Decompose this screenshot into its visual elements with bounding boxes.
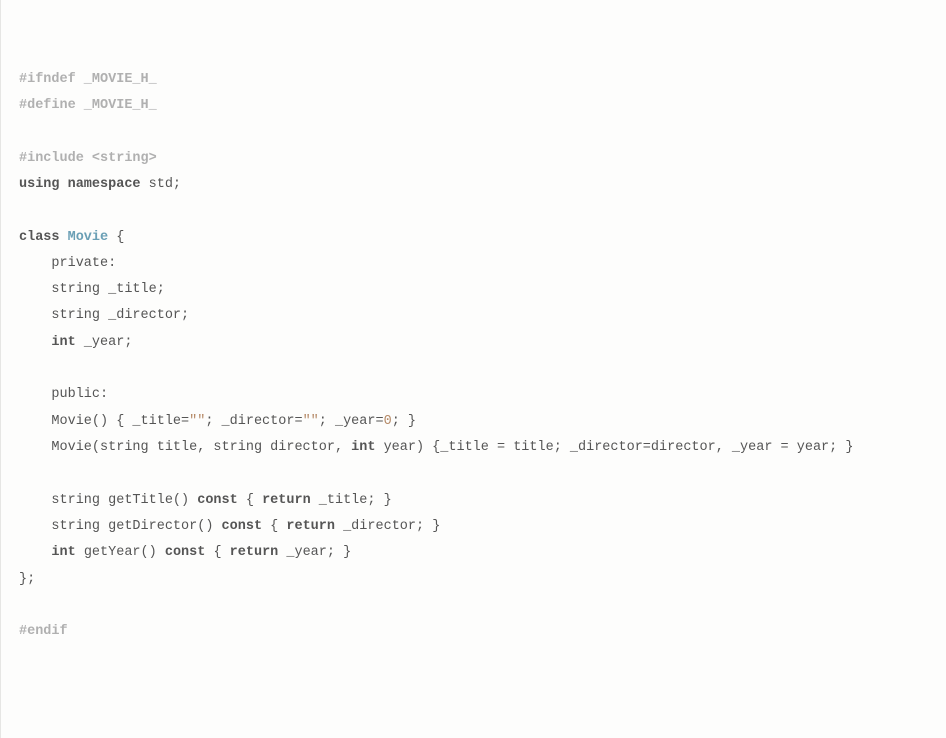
code-token: ; _year= [319,414,384,429]
code-line: Movie(string title, string director, int… [19,435,928,461]
code-line: Movie() { _title=""; _director=""; _year… [19,409,928,435]
code-token: { [108,230,124,245]
code-line: class Movie { [19,225,928,251]
code-line: #define _MOVIE_H_ [19,93,928,119]
code-line: #ifndef _MOVIE_H_ [19,67,928,93]
code-token: std; [141,177,182,192]
code-line: string _title; [19,277,928,303]
code-token: return [230,545,279,560]
code-token: getYear() [76,545,165,560]
code-token: using namespace [19,177,141,192]
code-token: _year; } [278,545,351,560]
code-line: string getDirector() const { return _dir… [19,514,928,540]
code-token: Movie(string title, string director, [19,440,351,455]
code-token: string getTitle() [19,493,197,508]
code-token [19,598,27,613]
code-token: const [165,545,206,560]
code-token: { [205,545,229,560]
code-token: class [19,230,68,245]
code-line: #include <string> [19,146,928,172]
code-line: int _year; [19,330,928,356]
code-line [19,461,928,487]
code-token [19,203,27,218]
code-line [19,198,928,224]
code-token: _year; [76,335,133,350]
code-token: string getDirector() [19,519,222,534]
code-token: Movie() { _title= [19,414,189,429]
code-token: private: [19,256,116,271]
code-token: Movie [68,230,109,245]
code-token: year) {_title = title; _director=directo… [375,440,853,455]
code-token: _director; } [335,519,440,534]
code-token: #ifndef _MOVIE_H_ [19,72,157,87]
code-token: const [222,519,263,534]
code-line [19,356,928,382]
code-line: string getTitle() const { return _title;… [19,488,928,514]
code-token: int [51,545,75,560]
code-token: const [197,493,238,508]
code-line: int getYear() const { return _year; } [19,540,928,566]
code-line [19,119,928,145]
code-token: "" [189,414,205,429]
code-token [19,545,51,560]
code-line: #endif [19,619,928,645]
code-line [19,593,928,619]
code-token: public: [19,387,108,402]
code-line: string _director; [19,303,928,329]
code-token: ; } [392,414,416,429]
code-token [19,124,27,139]
code-token: int [351,440,375,455]
code-line: public: [19,382,928,408]
code-token [19,361,27,376]
code-token [19,466,27,481]
code-token: string _title; [19,282,165,297]
code-token: #include <string> [19,151,157,166]
code-token: int [51,335,75,350]
code-line: }; [19,567,928,593]
code-token: { [262,519,286,534]
code-token: _title; } [311,493,392,508]
code-token: "" [303,414,319,429]
code-token: }; [19,572,35,587]
code-token [19,335,51,350]
code-line: using namespace std; [19,172,928,198]
code-token: #define _MOVIE_H_ [19,98,157,113]
code-token: 0 [384,414,392,429]
code-token: string _director; [19,308,189,323]
code-token: #endif [19,624,68,639]
code-token: ; _director= [205,414,302,429]
code-line: private: [19,251,928,277]
code-block: #ifndef _MOVIE_H_ #define _MOVIE_H_ #incl… [19,67,928,646]
code-token: return [286,519,335,534]
code-token: { [238,493,262,508]
code-token: return [262,493,311,508]
